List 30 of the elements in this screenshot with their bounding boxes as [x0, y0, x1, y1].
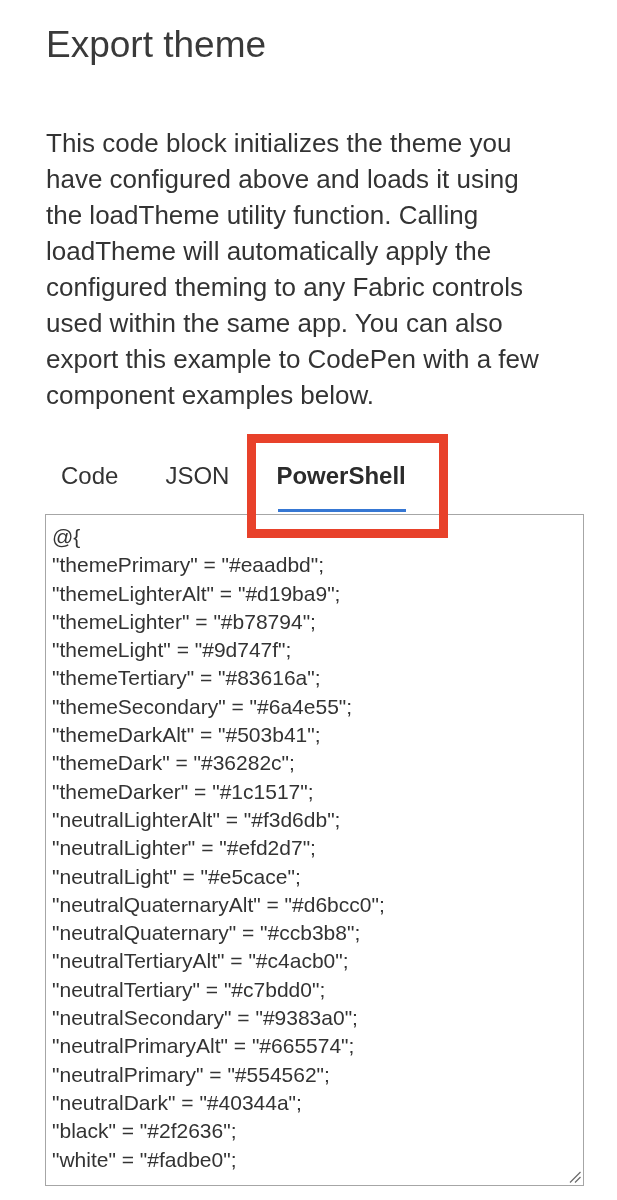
code-text-area[interactable] [45, 514, 584, 1186]
code-line: "neutralTertiaryAlt" = "#c4acb0"; [52, 948, 349, 975]
code-line: "themeDarkAlt" = "#503b41"; [52, 722, 321, 749]
code-line: @{ [52, 524, 81, 550]
code-line: "themeSecondary" = "#6a4e55"; [52, 693, 353, 720]
code-line: "themeLighterAlt" = "#d19ba9"; [52, 580, 341, 607]
section-heading: Export theme [46, 23, 267, 67]
code-line: "themePrimary" = "#eaadbd"; [52, 552, 325, 579]
code-line: "themeLight" = "#9d747f"; [52, 637, 292, 664]
code-line: "neutralTertiary" = "#c7bdd0"; [52, 976, 326, 1003]
code-line: "neutralSecondary" = "#9383a0"; [52, 1005, 358, 1032]
code-line: "themeDarker" = "#1c1517"; [52, 778, 314, 805]
description-paragraph: This code block initializes the theme you have configured above and loads it using the loadTheme utility function. Calling loadTheme will automatically apply the configured theming to any Fabric controls used within the same app. You can also export this example to CodePen with a few component examples below. [46, 127, 539, 412]
code-line: "neutralLighterAlt" = "#f3d6db"; [52, 806, 341, 833]
tab[interactable]: Code [46, 446, 134, 513]
code-line: "themeLighter" = "#b78794"; [52, 608, 316, 635]
code-line: "neutralLight" = "#e5cace"; [52, 863, 301, 890]
code-line: "neutralQuaternaryAlt" = "#d6bcc0"; [52, 891, 385, 918]
tab[interactable]: PowerShell [261, 446, 421, 513]
code-line: "neutralDark" = "#40344a"; [52, 1089, 302, 1116]
tab[interactable]: JSON [150, 446, 245, 513]
code-line: "neutralPrimary" = "#554562"; [52, 1061, 330, 1088]
resize-grip-icon[interactable] [569, 1171, 581, 1183]
code-line: "themeDark" = "#36282c"; [52, 750, 295, 777]
code-line: "neutralPrimaryAlt" = "#665574"; [52, 1033, 355, 1060]
code-line: "neutralQuaternary" = "#ccb3b8"; [52, 920, 361, 947]
code-line: "neutralLighter" = "#efd2d7"; [52, 835, 316, 862]
code-line: "white" = "#fadbe0"; [52, 1146, 237, 1173]
code-line: "themeTertiary" = "#83616a"; [52, 665, 321, 692]
code-line: "black" = "#2f2636"; [52, 1118, 237, 1145]
